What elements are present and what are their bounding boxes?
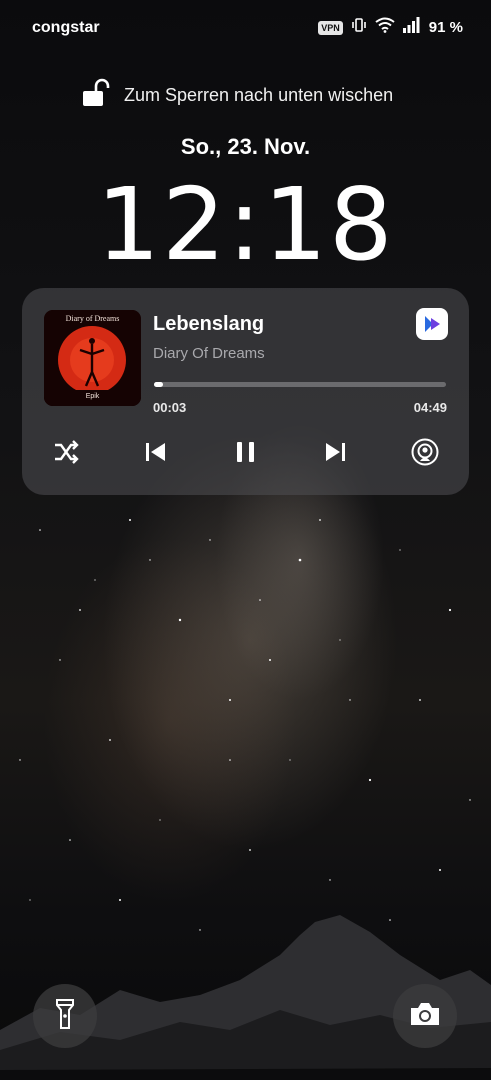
playback-progress-bar[interactable] xyxy=(154,382,446,387)
pause-icon[interactable] xyxy=(224,434,268,470)
playback-progress-fill xyxy=(154,382,163,387)
camera-button[interactable] xyxy=(393,984,457,1048)
swipe-hint-text: Zum Sperren nach unten wischen xyxy=(124,85,394,105)
battery-level: 91 % xyxy=(428,19,463,36)
song-artist: Diary Of Dreams xyxy=(153,345,265,362)
previous-icon[interactable] xyxy=(134,434,178,470)
media-player-card[interactable]: Diary of Dreams Epik Lebenslang Diary Of… xyxy=(22,288,469,495)
cast-icon[interactable] xyxy=(403,434,447,470)
vibrate-icon xyxy=(350,16,368,39)
total-duration: 04:49 xyxy=(413,400,447,415)
playback-controls xyxy=(44,434,447,470)
album-art-title: Diary of Dreams xyxy=(65,314,120,323)
elapsed-time: 00:03 xyxy=(153,400,187,415)
lock-date: So., 23. Nov. xyxy=(180,134,311,159)
flashlight-button[interactable] xyxy=(33,984,97,1048)
status-bar: congstar VPN 91 % xyxy=(0,0,491,56)
unlock-icon xyxy=(82,78,110,113)
next-icon[interactable] xyxy=(313,434,357,470)
album-art-subtitle: Epik xyxy=(85,393,100,400)
signal-icon xyxy=(402,17,420,38)
swipe-hint: Zum Sperren nach unten wischen xyxy=(82,78,393,113)
wifi-icon xyxy=(375,17,395,38)
lock-clock: 12:18 xyxy=(96,166,395,283)
shuffle-icon[interactable] xyxy=(44,434,88,470)
song-title: Lebenslang xyxy=(153,313,265,335)
vpn-icon: VPN xyxy=(318,20,343,35)
camera-icon xyxy=(409,1001,441,1032)
status-icons: VPN 91 % xyxy=(318,16,463,39)
album-art[interactable]: Diary of Dreams Epik xyxy=(44,310,141,406)
flashlight-icon xyxy=(54,998,76,1035)
music-app-icon[interactable] xyxy=(416,308,448,340)
carrier-name: congstar xyxy=(32,19,100,36)
